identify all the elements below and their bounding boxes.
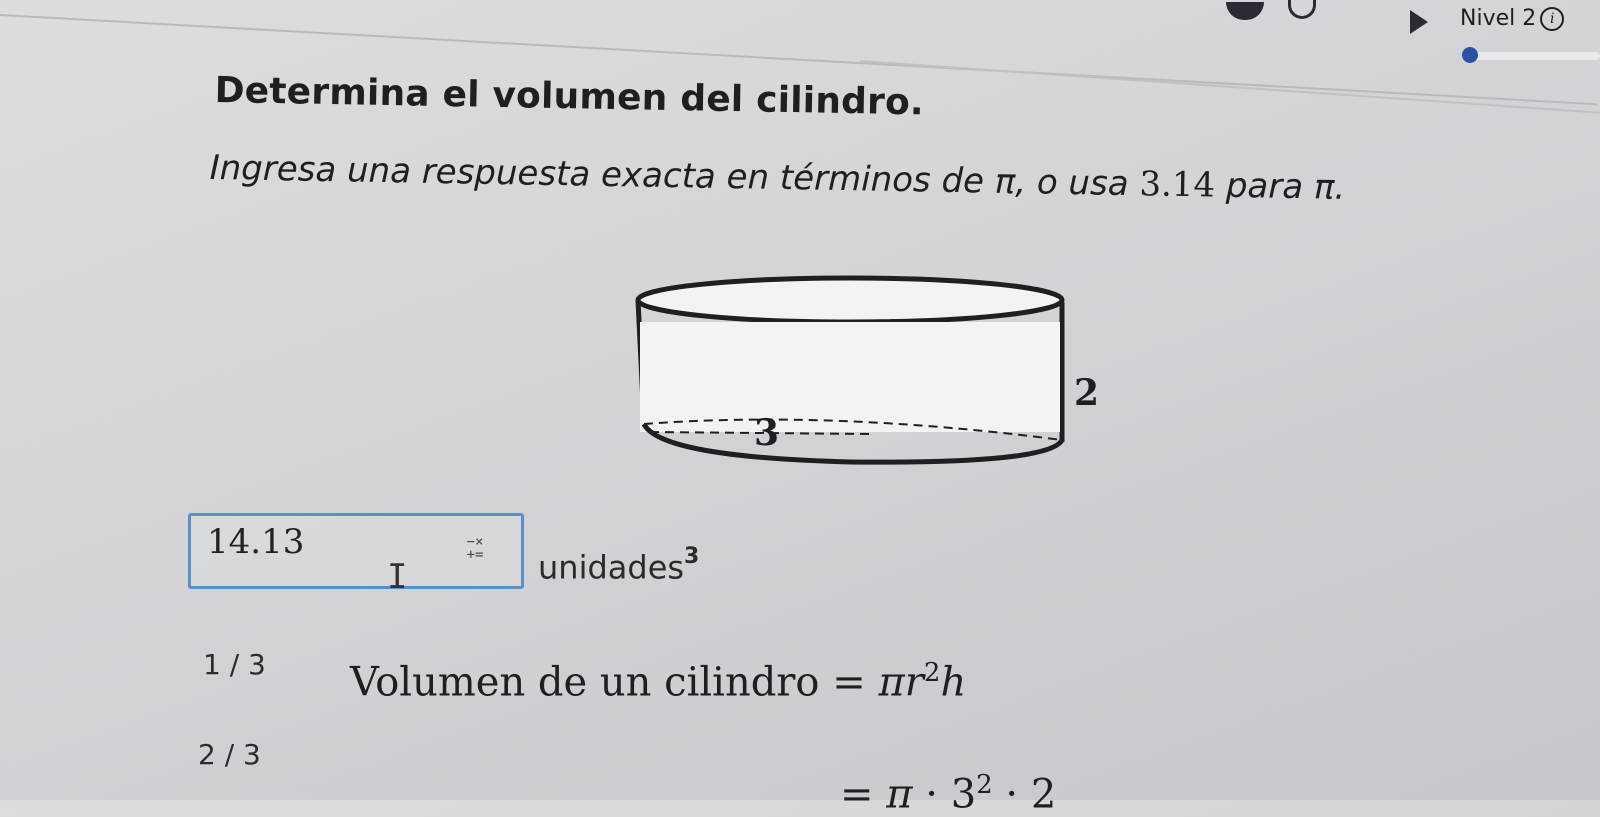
step-counter-1: 1 / 3 [203,648,266,681]
cylinder-diagram [635,275,1065,465]
answer-input[interactable]: 14.13 I −× += [188,513,524,594]
level-progress-track [1470,52,1600,60]
level-progress-marker [1462,47,1478,63]
level-indicator: Nivel 2 i [1460,6,1565,31]
instruction-text-start: Ingresa una respuesta exacta en términos… [209,148,1140,205]
step-2-exp: 2 [976,770,993,800]
problem-instruction: Ingresa una respuesta exacta en términos… [209,148,1345,208]
step-2-pi: π [886,771,913,817]
cylinder-top-ellipse [635,275,1065,325]
step-formula-2: = π · 32 · 2 [840,770,1056,817]
instruction-text-end: para π. [1214,165,1346,208]
header-divider-secondary [859,60,1600,116]
text-cursor-icon: I [387,557,408,597]
step-2-equals: = [840,771,874,817]
step-2-dot2: · [1005,771,1019,817]
answer-value[interactable]: 14.13 [207,522,304,562]
step-2-dot1: · [925,771,938,817]
level-label: Nivel 2 [1460,6,1537,31]
info-icon[interactable]: i [1540,6,1565,31]
step-2-height: 2 [1030,771,1057,817]
keypad-icon-bottom: += [466,547,484,563]
cylinder-body-fill [640,322,1060,432]
step-counter-2: 2 / 3 [198,738,261,771]
instruction-number: 3.14 [1139,164,1216,206]
step-1-equals: = [832,659,866,706]
step-1-pi: π [878,659,905,706]
step-2-base: 3 [950,771,977,817]
units-text: unidades [538,548,685,587]
radius-label: 3 [754,412,780,454]
progress-ring [1288,0,1316,19]
play-icon[interactable] [1410,10,1428,34]
units-label: unidades3 [538,544,699,587]
step-1-r: r [904,659,924,706]
step-1-h: h [940,659,967,706]
math-keypad-icon[interactable]: −× += [461,535,489,563]
step-1-exp: 2 [923,658,941,688]
step-1-label: Volumen de un cilindro [350,659,820,706]
units-exponent: 3 [684,544,700,569]
cylinder-figure: 2 3 [630,272,1099,476]
progress-dot [1226,2,1264,20]
problem-title: Determina el volumen del cilindro. [214,70,925,124]
height-label: 2 [1074,372,1100,414]
step-formula-1: Volumen de un cilindro = πr2h [350,658,966,705]
